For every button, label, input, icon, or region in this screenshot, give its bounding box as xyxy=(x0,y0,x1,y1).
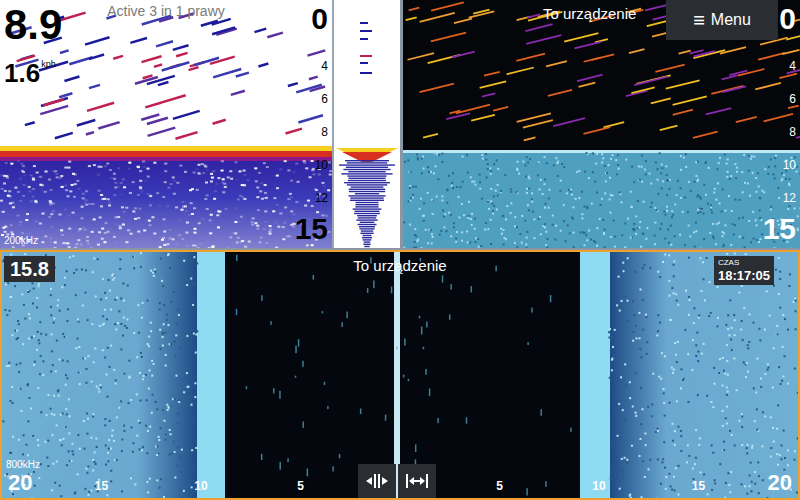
range-scale-label: 10 xyxy=(592,480,605,492)
downscan-title: To urządzenie xyxy=(543,6,636,21)
range-scale-label: 15 xyxy=(692,480,705,492)
range-scale-label: 5 xyxy=(297,480,304,492)
range-scale-label: 20 xyxy=(8,472,32,494)
sidescan-image xyxy=(2,252,798,498)
depth-scale-label: 8 xyxy=(321,126,328,138)
speed-reading: 1.6kph xyxy=(4,60,56,86)
depth-scale-label: 12 xyxy=(783,192,796,204)
sonar-screen: Active 3 in 1 prawy8.91.6kph046810121520… xyxy=(0,0,800,500)
sonar-view: Active 3 in 1 prawy8.91.6kph046810121520… xyxy=(0,0,332,248)
menu-button[interactable]: ≡Menu xyxy=(666,0,778,40)
downscan-panel[interactable]: To urządzenie ≡Menu0 4 6 8 10 12 15 xyxy=(403,0,800,248)
depth-reading: 8.9 xyxy=(4,4,62,46)
range-scale-label: 15 xyxy=(95,480,108,492)
amplitude-bar xyxy=(334,0,400,248)
depth-scale-label: 4 xyxy=(321,60,328,72)
speed-unit: kph xyxy=(41,60,56,69)
range-scale-label: 5 xyxy=(496,480,503,492)
depth-scale-label: 15 xyxy=(295,214,328,244)
view-buttons xyxy=(358,464,436,498)
sonar-frequency: 200kHz xyxy=(4,236,38,246)
zoom-in-button[interactable] xyxy=(358,464,396,498)
amplitude-column xyxy=(332,0,400,248)
zoom-out-icon xyxy=(404,471,430,491)
depth-scale-label: 0 xyxy=(779,4,796,34)
time-box: CZAS18:17:05 xyxy=(714,256,774,285)
depth-scale-label: 8 xyxy=(789,126,796,138)
zoom-in-icon xyxy=(364,471,390,491)
depth-scale-label: 10 xyxy=(315,159,328,171)
depth-scale-label: 15 xyxy=(763,214,796,244)
depth-scale-label: 10 xyxy=(783,159,796,171)
depth-scale-label: 12 xyxy=(315,192,328,204)
depth-scale-label: 4 xyxy=(789,60,796,72)
depth-scale-label: 6 xyxy=(321,93,328,105)
zoom-out-button[interactable] xyxy=(398,464,436,498)
top-row: Active 3 in 1 prawy8.91.6kph046810121520… xyxy=(0,0,800,248)
sonar-panel[interactable]: Active 3 in 1 prawy8.91.6kph046810121520… xyxy=(0,0,400,248)
sidescan-panel[interactable]: 15.8To urządzenieCZAS18:17:05 800kHz 20 15 1… xyxy=(0,250,800,500)
range-scale-label: 20 xyxy=(768,472,792,494)
range-scale-label: 10 xyxy=(194,480,207,492)
sidescan-frequency: 800kHz xyxy=(6,460,40,470)
range-box: 15.8 xyxy=(4,256,55,282)
depth-scale-label: 6 xyxy=(789,93,796,105)
menu-icon: ≡ xyxy=(693,10,705,30)
sidescan-title: To urządzenie xyxy=(2,258,798,273)
depth-scale-label: 0 xyxy=(311,4,328,34)
